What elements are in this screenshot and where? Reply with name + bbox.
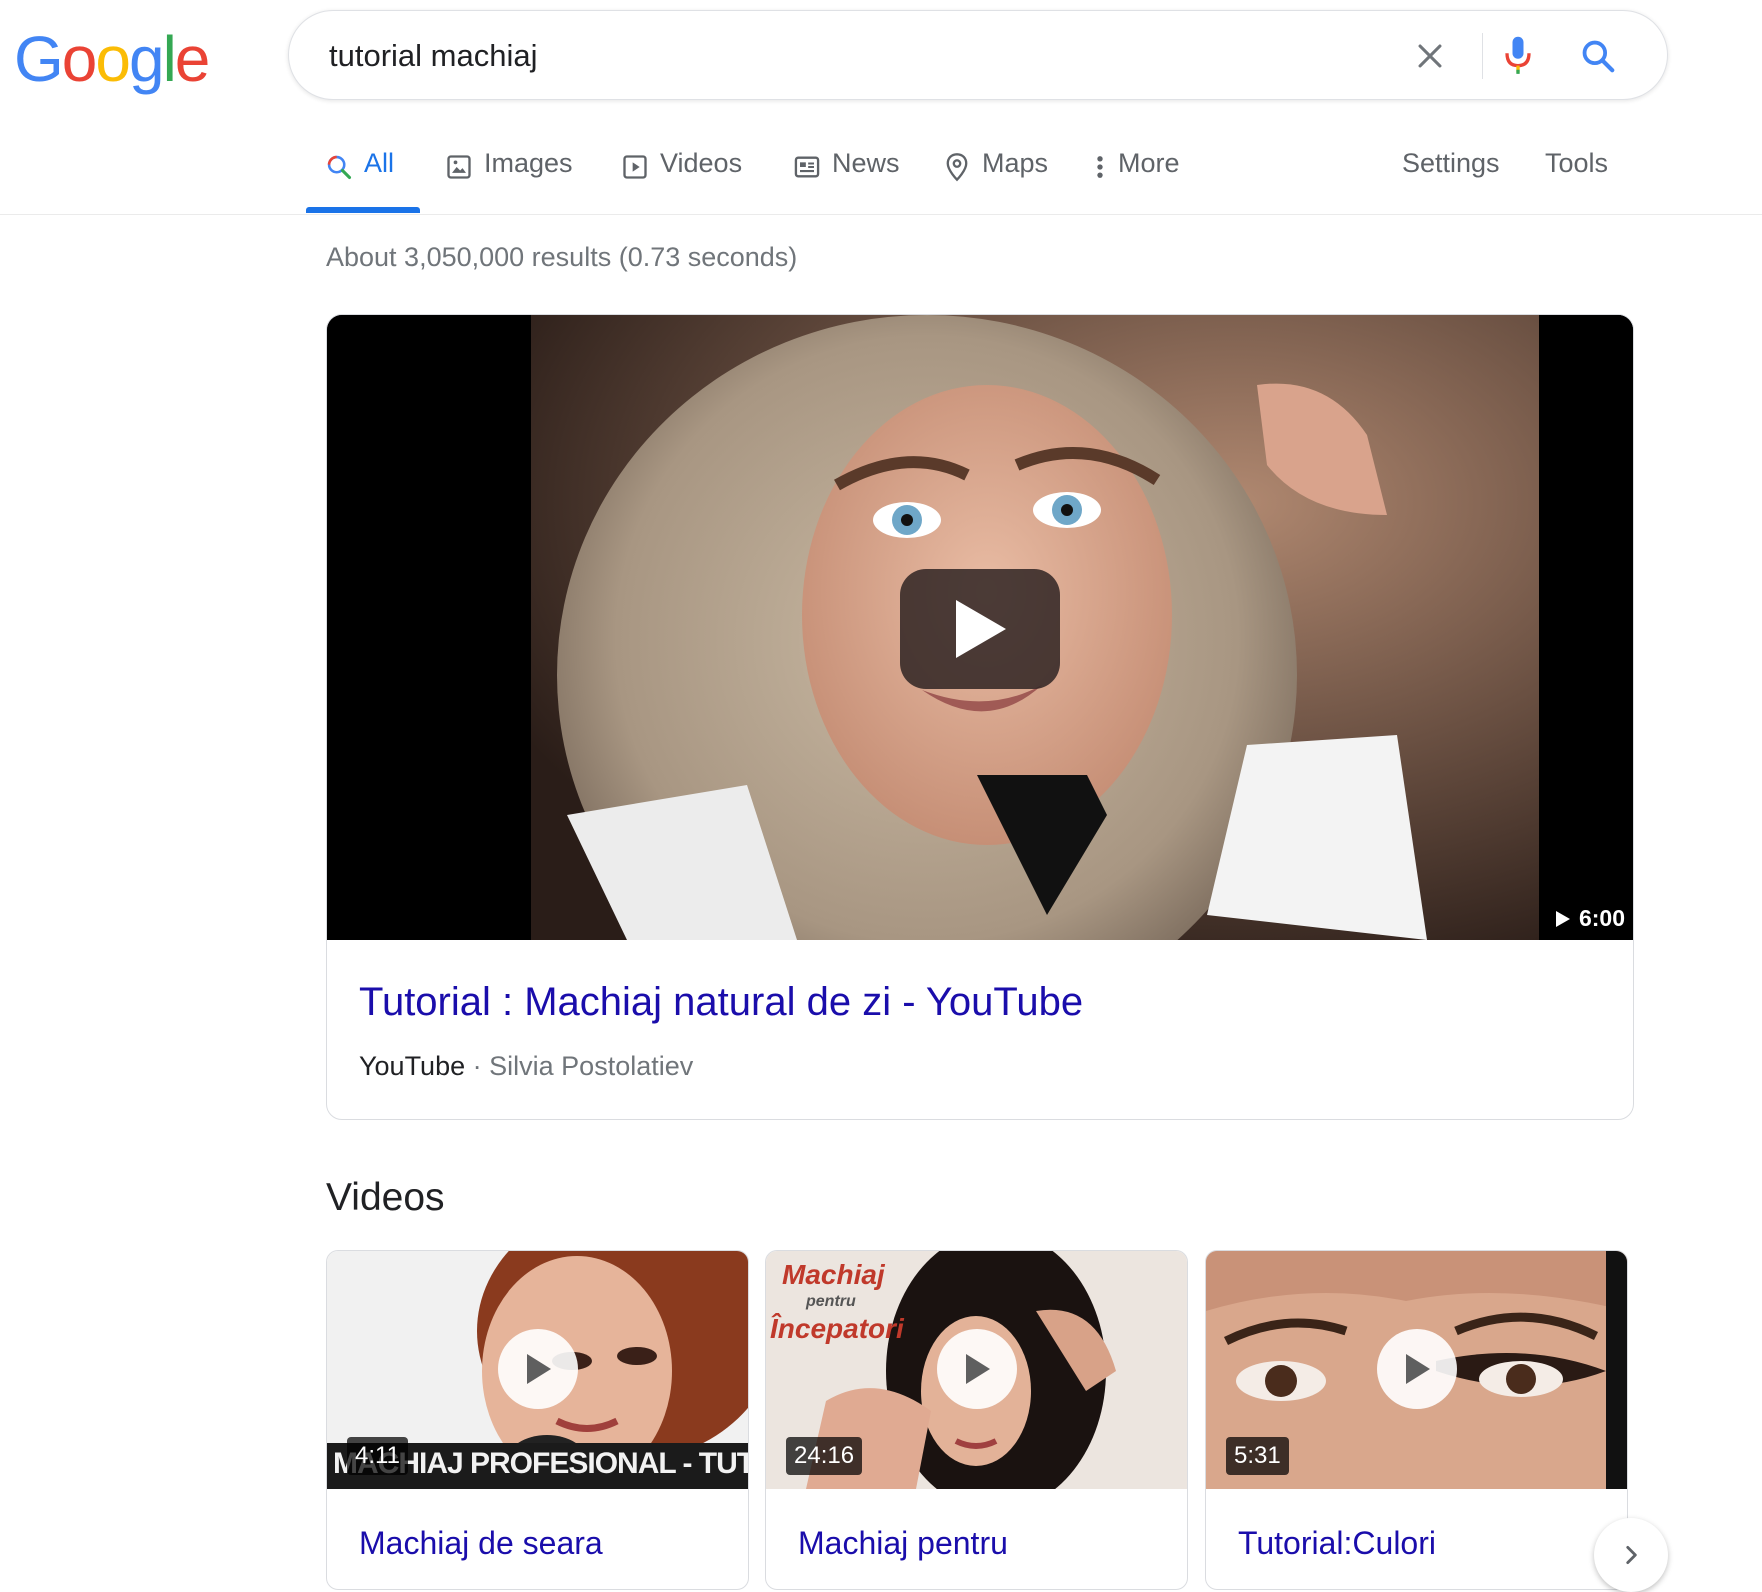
image-icon [444, 152, 474, 182]
logo-letter-g1: G [14, 23, 64, 95]
featured-video-title[interactable]: Tutorial : Machiaj natural de zi - YouTu… [359, 980, 1083, 1025]
tab-maps-label: Maps [982, 148, 1049, 178]
featured-duration: 6:00 [1555, 905, 1625, 932]
featured-video-card[interactable]: 6:00 Tutorial : Machiaj natural de zi - … [326, 314, 1634, 1120]
video-title[interactable]: Machiaj de seara [359, 1525, 603, 1562]
featured-video-thumbnail[interactable]: 6:00 [327, 315, 1633, 940]
tab-news-label: News [832, 148, 900, 178]
tab-videos[interactable]: Videos [620, 148, 742, 216]
play-icon [526, 1354, 551, 1384]
videos-heading: Videos [326, 1176, 445, 1219]
carousel-next-button[interactable] [1594, 1518, 1668, 1592]
video-title[interactable]: Tutorial:Culori [1238, 1525, 1436, 1562]
play-box-icon [620, 152, 650, 182]
clear-icon[interactable] [1407, 33, 1453, 79]
chevron-right-icon [1626, 1546, 1637, 1564]
tab-all-label: All [364, 148, 395, 178]
tools-label: Tools [1545, 148, 1609, 178]
play-button[interactable] [1376, 1329, 1457, 1409]
thumbnail-overlay-subtitle2: Începatori [770, 1313, 904, 1344]
video-duration: 5:31 [1226, 1437, 1289, 1475]
settings-label: Settings [1402, 148, 1500, 178]
search-tabs: All Images Videos News Maps More Setting… [306, 148, 1726, 216]
featured-video-meta: YouTube · Silvia Postolatiev [359, 1051, 693, 1082]
tabs-divider [0, 214, 1762, 215]
search-divider [1482, 33, 1483, 79]
video-thumbnail[interactable]: MACHIAJ PROFESIONAL - TUTORIAL 4:11 [327, 1251, 748, 1489]
featured-source: YouTube [359, 1051, 466, 1081]
video-thumbnail[interactable]: Machiaj pentru Începatori 24:16 [766, 1251, 1187, 1489]
play-button[interactable] [936, 1329, 1017, 1409]
logo-letter-g2: g [128, 23, 165, 95]
play-icon [1405, 1354, 1430, 1384]
video-thumbnail[interactable]: 5:31 [1206, 1251, 1627, 1489]
video-card[interactable]: 5:31 Tutorial:Culori [1205, 1250, 1628, 1590]
tab-videos-label: Videos [660, 148, 743, 178]
map-pin-icon [942, 152, 972, 182]
video-title[interactable]: Machiaj pentru [798, 1525, 1008, 1562]
settings-link[interactable]: Settings [1402, 148, 1500, 216]
logo-letter-o1: o [61, 23, 98, 95]
thumbnail-overlay-title: Machiaj [782, 1259, 885, 1290]
search-icon [324, 152, 354, 182]
play-button[interactable] [497, 1329, 578, 1409]
meta-separator: · [472, 1051, 482, 1081]
video-card[interactable]: Machiaj pentru Începatori 24:16 Machiaj … [765, 1250, 1188, 1590]
play-icon [956, 600, 1006, 658]
tab-all[interactable]: All [324, 148, 394, 216]
tab-more-label: More [1118, 148, 1180, 178]
tab-more[interactable]: More [1092, 148, 1180, 216]
newspaper-icon [792, 152, 822, 182]
video-duration: 4:11 [347, 1437, 408, 1475]
search-box [288, 10, 1668, 100]
play-button[interactable] [900, 569, 1060, 689]
logo-letter-l: l [162, 23, 177, 95]
featured-author: Silvia Postolatiev [489, 1051, 694, 1081]
tab-images[interactable]: Images [444, 148, 573, 216]
video-card[interactable]: MACHIAJ PROFESIONAL - TUTORIAL 4:11 Mach… [326, 1250, 749, 1590]
thumbnail-overlay-subtitle: pentru [806, 1293, 856, 1310]
search-input[interactable] [327, 29, 1331, 83]
play-icon [965, 1354, 990, 1384]
play-small-icon [1555, 910, 1570, 927]
video-duration: 24:16 [786, 1437, 863, 1475]
logo-letter-e: e [174, 23, 211, 95]
featured-duration-text: 6:00 [1578, 905, 1625, 931]
more-vert-icon [1092, 152, 1108, 182]
result-stats: About 3,050,000 results (0.73 seconds) [326, 242, 798, 272]
tab-maps[interactable]: Maps [942, 148, 1048, 216]
microphone-icon[interactable] [1495, 33, 1541, 79]
tab-news[interactable]: News [792, 148, 900, 216]
tools-link[interactable]: Tools [1545, 148, 1608, 216]
search-icon[interactable] [1575, 33, 1621, 79]
tab-images-label: Images [484, 148, 573, 178]
logo-letter-o2: o [95, 23, 131, 95]
active-tab-indicator [306, 207, 420, 213]
google-logo[interactable]: Google [14, 22, 211, 96]
